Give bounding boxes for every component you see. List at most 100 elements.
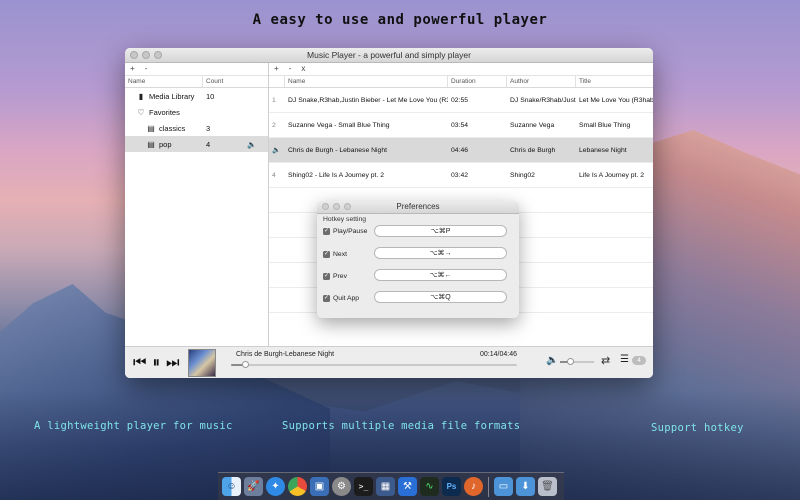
hotkey-section-label: Hotkey setting bbox=[323, 216, 367, 223]
quit-app-hotkey-field[interactable]: ⌥⌘Q bbox=[374, 291, 507, 303]
track-row[interactable]: 4 Shing02 - Life Is A Journey pt. 2 03:4… bbox=[269, 163, 653, 188]
column-header-author[interactable]: Author bbox=[507, 76, 576, 87]
finder-icon[interactable]: ☺ bbox=[222, 477, 241, 496]
track-number: 2 bbox=[272, 121, 276, 129]
remove-track-button[interactable]: - bbox=[289, 63, 292, 75]
zoom-window-button[interactable] bbox=[154, 51, 162, 59]
column-header-duration[interactable]: Duration bbox=[448, 76, 507, 87]
playlist-menu-icon[interactable]: ☰ bbox=[620, 354, 629, 365]
caption-hotkey: Support hotkey bbox=[651, 422, 744, 434]
dock: ☺ 🚀 ✦ ▣ ⚙ >_ ▦ ⚒ ∿ Ps ♪ ▭ ⬇ 🗑 bbox=[218, 472, 564, 500]
sidebar-item-label: classics bbox=[159, 123, 186, 133]
minimize-dialog-button[interactable] bbox=[333, 203, 340, 210]
sidebar-item-classics[interactable]: ▤ classics 3 bbox=[125, 120, 268, 136]
volume-icon: 🔈 bbox=[546, 355, 559, 366]
track-number: 4 bbox=[272, 171, 276, 179]
progress-slider[interactable] bbox=[231, 361, 517, 368]
clear-tracks-button[interactable]: x bbox=[301, 63, 305, 75]
column-header-name[interactable]: Name bbox=[125, 76, 203, 87]
player-controls: ⏮ ⏸ ⏭ Chris de Burgh-Lebanese Night 00:1… bbox=[125, 346, 653, 378]
volume-slider[interactable] bbox=[560, 358, 594, 365]
file-icon: ▮ bbox=[138, 91, 144, 101]
next-checkbox[interactable]: ✓ bbox=[323, 251, 330, 258]
track-row-playing[interactable]: 🔈 Chris de Burgh - Lebanese Night 04:46 … bbox=[269, 138, 653, 163]
sidebar-item-label: Favorites bbox=[149, 107, 180, 117]
sidebar-item-pop[interactable]: ▤ pop 4 🔈 bbox=[125, 136, 268, 152]
downloads-icon[interactable]: ⬇ bbox=[516, 477, 535, 496]
prev-checkbox[interactable]: ✓ bbox=[323, 273, 330, 280]
launchpad-icon[interactable]: 🚀 bbox=[244, 477, 263, 496]
sidebar-item-count: 3 bbox=[206, 123, 211, 133]
system-preferences-icon[interactable]: ⚙ bbox=[332, 477, 351, 496]
sidebar-item-media-library[interactable]: ▮ Media Library 10 bbox=[125, 88, 268, 104]
album-art bbox=[187, 348, 216, 377]
window-titlebar[interactable]: Music Player - a powerful and simply pla… bbox=[125, 48, 653, 63]
track-title: Small Blue Thing bbox=[579, 121, 631, 129]
trash-icon[interactable]: 🗑 bbox=[538, 477, 557, 496]
close-window-button[interactable] bbox=[130, 51, 138, 59]
add-playlist-button[interactable]: + bbox=[130, 63, 135, 75]
play-pause-hotkey-field[interactable]: ⌥⌘P bbox=[374, 225, 507, 237]
add-track-button[interactable]: + bbox=[274, 63, 279, 75]
column-header-title[interactable]: Title bbox=[576, 76, 653, 87]
next-hotkey-field[interactable]: ⌥⌘→ bbox=[374, 247, 507, 259]
preferences-titlebar[interactable]: Preferences bbox=[317, 201, 519, 214]
track-author: DJ Snake/R3hab/Justin bbox=[510, 96, 576, 104]
sidebar-item-favorites[interactable]: ♡ Favorites bbox=[125, 104, 268, 120]
progress-knob[interactable] bbox=[242, 361, 249, 368]
track-title: Lebanese Night bbox=[579, 146, 627, 154]
chrome-icon[interactable] bbox=[288, 477, 307, 496]
play-pause-checkbox[interactable]: ✓ bbox=[323, 228, 330, 235]
hotkey-row-play-pause: ✓ Play/Pause bbox=[323, 228, 367, 235]
promo-headline: A easy to use and powerful player bbox=[252, 12, 548, 28]
prev-hotkey-field[interactable]: ⌥⌘← bbox=[374, 269, 507, 281]
now-playing-label: Chris de Burgh-Lebanese Night bbox=[236, 351, 335, 358]
track-row[interactable]: 1 DJ Snake,R3hab,Justin Bieber - Let Me … bbox=[269, 88, 653, 113]
volume-knob[interactable] bbox=[567, 358, 575, 365]
track-name: Chris de Burgh - Lebanese Night bbox=[288, 146, 387, 154]
pause-icon[interactable]: ⏸ bbox=[153, 355, 161, 370]
folder-icon[interactable]: ▭ bbox=[494, 477, 513, 496]
minimize-window-button[interactable] bbox=[142, 51, 150, 59]
next-track-icon[interactable]: ⏭ bbox=[166, 355, 180, 370]
repeat-icon[interactable]: ⇄ bbox=[601, 354, 610, 367]
hotkey-label: Prev bbox=[333, 273, 347, 280]
music-player-icon[interactable]: ♪ bbox=[464, 477, 483, 496]
activity-monitor-icon[interactable]: ∿ bbox=[420, 477, 439, 496]
preview-icon[interactable]: ▣ bbox=[310, 477, 329, 496]
xcode-icon[interactable]: ⚒ bbox=[398, 477, 417, 496]
safari-icon[interactable]: ✦ bbox=[266, 477, 285, 496]
preferences-dialog: Preferences Hotkey setting ✓ Play/Pause … bbox=[317, 201, 519, 318]
column-header-number[interactable] bbox=[269, 76, 285, 87]
sidebar-item-count: 4 bbox=[206, 139, 211, 149]
previous-track-icon[interactable]: ⏮ bbox=[133, 355, 147, 370]
sidebar-item-label: pop bbox=[159, 139, 172, 149]
hotkey-label: Quit App bbox=[333, 295, 360, 302]
playlist-icon: ▤ bbox=[147, 123, 155, 133]
close-dialog-button[interactable] bbox=[322, 203, 329, 210]
track-duration: 03:42 bbox=[451, 171, 469, 179]
mission-control-icon[interactable]: ▦ bbox=[376, 477, 395, 496]
hotkey-row-next: ✓ Next bbox=[323, 251, 347, 258]
track-title: Let Me Love You (R3hab bbox=[579, 96, 653, 104]
photoshop-icon[interactable]: Ps bbox=[442, 477, 461, 496]
speaker-icon: 🔈 bbox=[247, 139, 257, 149]
hotkey-label: Next bbox=[333, 251, 347, 258]
remove-playlist-button[interactable]: - bbox=[145, 63, 148, 75]
track-row[interactable]: 2 Suzanne Vega - Small Blue Thing 03:54 … bbox=[269, 113, 653, 138]
zoom-dialog-button[interactable] bbox=[344, 203, 351, 210]
track-author: Shing02 bbox=[510, 171, 535, 179]
terminal-icon[interactable]: >_ bbox=[354, 477, 373, 496]
track-name: Shing02 - Life Is A Journey pt. 2 bbox=[288, 171, 384, 179]
quit-app-checkbox[interactable]: ✓ bbox=[323, 295, 330, 302]
column-header-count[interactable]: Count bbox=[203, 76, 268, 87]
caption-formats: Supports multiple media file formats bbox=[282, 420, 521, 432]
sidebar-item-label: Media Library bbox=[149, 91, 195, 101]
track-title: Life Is A Journey pt. 2 bbox=[579, 171, 644, 179]
playlist-icon: ▤ bbox=[147, 139, 155, 149]
track-author: Suzanne Vega bbox=[510, 121, 555, 129]
window-title: Music Player - a powerful and simply pla… bbox=[307, 50, 471, 60]
track-duration: 03:54 bbox=[451, 121, 469, 129]
playlist-sidebar: + - Name Count ▮ Media Library 10 ♡ Favo… bbox=[125, 63, 269, 347]
column-header-name[interactable]: Name bbox=[285, 76, 448, 87]
